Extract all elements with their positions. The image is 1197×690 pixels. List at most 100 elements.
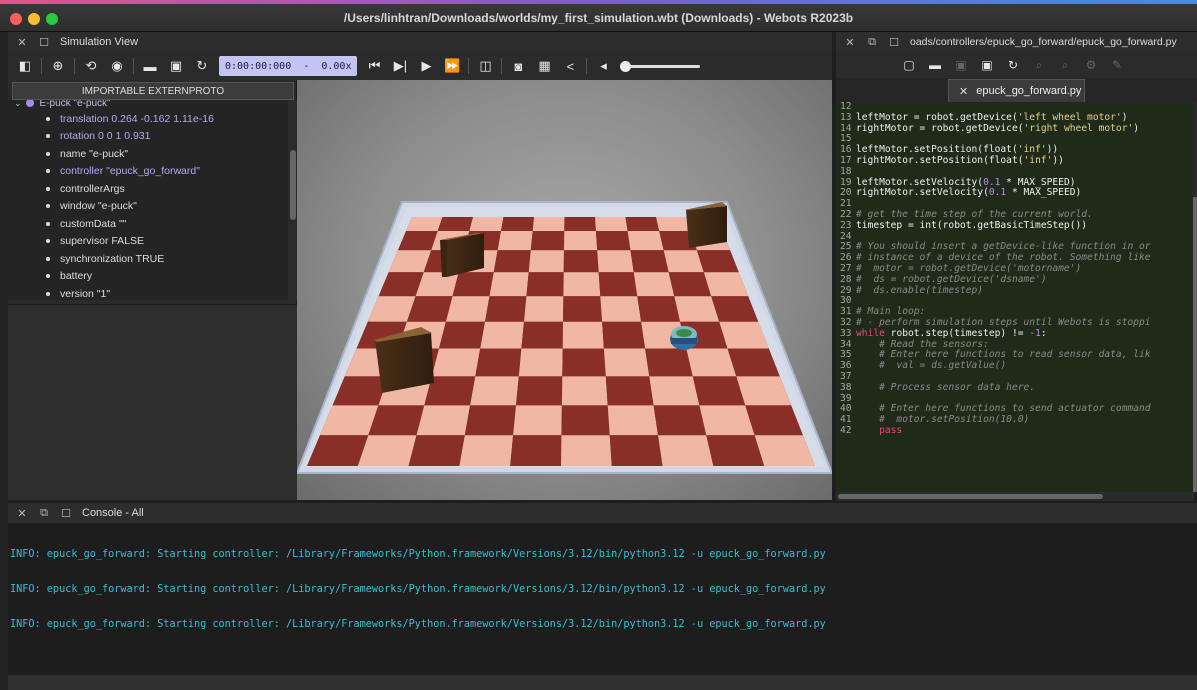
code-text: rightMotor = robot.getDevice('right whee…: [856, 122, 1140, 134]
tree-field-translation[interactable]: translation 0.264 -0.162 1.11e-16: [8, 110, 288, 128]
float-panel-icon[interactable]: ☐: [36, 36, 52, 49]
3d-viewport[interactable]: [297, 80, 832, 500]
floor-tile: [595, 231, 631, 251]
floor-tile: [561, 376, 608, 406]
wooden-box: [684, 202, 727, 248]
code-text: pass: [879, 424, 903, 436]
step-button[interactable]: ▶|: [389, 55, 411, 77]
code-line: 18: [836, 166, 1194, 178]
toggle-scene-tree-button[interactable]: ◧: [14, 55, 36, 77]
floor-tile: [602, 321, 646, 349]
revert-file-icon[interactable]: ↻: [1002, 54, 1024, 76]
play-button[interactable]: ▶: [415, 55, 437, 77]
reset-simulation-button[interactable]: ⏮: [363, 55, 385, 77]
scrollbar-thumb[interactable]: [290, 150, 296, 220]
floor-tile: [627, 231, 664, 251]
save-file-icon[interactable]: ▣: [950, 54, 972, 76]
bullet-icon: [46, 134, 50, 139]
close-tab-icon[interactable]: ✕: [959, 85, 968, 98]
floor-tile: [516, 376, 563, 406]
record-movie-icon[interactable]: ▦: [533, 55, 555, 77]
maximize-panel-icon[interactable]: ☐: [58, 507, 74, 520]
tab-epuck-go-forward[interactable]: ✕ epuck_go_forward.py: [948, 79, 1085, 102]
build-gear-icon[interactable]: ⚙: [1080, 54, 1102, 76]
importable-externproto-button[interactable]: IMPORTABLE EXTERNPROTO: [12, 82, 294, 100]
tree-node-epuck[interactable]: ⌄ E-puck "e-puck": [8, 100, 288, 110]
code-line: 13 leftMotor = robot.getDevice('left whee…: [836, 112, 1194, 124]
simulation-toolbar: ◧ ⊕ ⟲ ◉ ▬ ▣ ↻ 0:00:00:000 - 0.00x ⏮ ▶| ▶…: [8, 52, 832, 80]
reload-world-button[interactable]: ↻: [191, 55, 213, 77]
float-panel-icon[interactable]: ⧉: [36, 507, 52, 520]
tree-field-controllerargs[interactable]: controllerArgs: [8, 180, 288, 198]
reset-viewpoint-icon[interactable]: ⟲: [80, 55, 102, 77]
volume-slider[interactable]: [620, 60, 701, 72]
bullet-icon: [46, 256, 50, 261]
scene-tree-panel: IMPORTABLE EXTERNPROTO ⌄ E-puck "e-puck"…: [8, 80, 297, 500]
tree-field-synchronization[interactable]: synchronization TRUE: [8, 250, 288, 268]
chevron-down-icon[interactable]: ⌄: [14, 100, 22, 109]
find-icon[interactable]: ⌕: [1028, 54, 1050, 76]
tree-field-name[interactable]: name "e-puck": [8, 145, 288, 163]
tree-field-customdata[interactable]: customData "": [8, 215, 288, 233]
editor-tab-bar: ✕ epuck_go_forward.py: [836, 78, 1197, 102]
share-icon[interactable]: <: [559, 55, 581, 77]
scrollbar-thumb[interactable]: [838, 494, 1103, 499]
3d-scene: [297, 201, 832, 474]
open-file-icon[interactable]: ▬: [924, 54, 946, 76]
save-as-icon[interactable]: ▣: [976, 54, 998, 76]
replace-icon[interactable]: ⌕: [1054, 54, 1076, 76]
floor-tile: [633, 272, 675, 297]
code-horizontal-scrollbar[interactable]: [836, 492, 1194, 501]
new-file-icon[interactable]: ▢: [898, 54, 920, 76]
floor-tile: [649, 376, 700, 406]
field-label: customData "": [60, 217, 127, 230]
open-world-button[interactable]: ▬: [139, 55, 161, 77]
maximize-panel-icon[interactable]: ☐: [886, 36, 902, 49]
floor-tile: [526, 272, 564, 297]
save-world-button[interactable]: ▣: [165, 55, 187, 77]
floor-tile: [480, 321, 524, 349]
status-bar: [8, 675, 1197, 690]
screenshot-camera-icon[interactable]: ◙: [507, 55, 529, 77]
volume-slider-knob[interactable]: [620, 60, 632, 72]
fast-forward-button[interactable]: ⏩: [441, 55, 463, 77]
float-panel-icon[interactable]: ⧉: [864, 36, 880, 49]
tree-node-label: E-puck "e-puck": [39, 100, 111, 109]
tree-field-supervisor[interactable]: supervisor FALSE: [8, 233, 288, 251]
tree-field-battery[interactable]: battery: [8, 268, 288, 286]
line-number: 38: [840, 381, 852, 393]
floor-tile: [452, 272, 494, 297]
clean-icon[interactable]: ✎: [1106, 54, 1128, 76]
console-line: INFO: epuck_go_forward: Starting control…: [10, 583, 826, 595]
close-icon[interactable]: ✕: [14, 507, 30, 520]
code-editor[interactable]: 12 13 leftMotor = robot.getDevice('left wh…: [836, 102, 1194, 492]
floor-tile: [637, 296, 681, 322]
scrollbar-thumb[interactable]: [1193, 197, 1197, 492]
floor-tile: [475, 348, 522, 377]
floor-tile: [408, 435, 465, 466]
close-icon[interactable]: ✕: [842, 36, 858, 49]
close-icon[interactable]: ✕: [14, 36, 30, 49]
code-line: 20 rightMotor.setVelocity(0.1 * MAX_SPEED…: [836, 187, 1194, 199]
tree-field-version[interactable]: version "1": [8, 285, 288, 300]
floor-tile: [598, 272, 638, 297]
floor-tile: [406, 217, 443, 231]
tree-field-rotation[interactable]: rotation 0 0 1 0.931: [8, 128, 288, 146]
code-vertical-scrollbar[interactable]: [1193, 102, 1197, 492]
volume-icon[interactable]: ◂: [592, 55, 614, 77]
floor-tile: [437, 217, 473, 231]
console-output[interactable]: INFO: epuck_go_forward: Starting control…: [8, 523, 1197, 675]
scene-tree-scrollbar[interactable]: [289, 100, 297, 300]
view-eye-icon[interactable]: ◉: [106, 55, 128, 77]
tree-field-window[interactable]: window "e-puck": [8, 198, 288, 216]
floor-tile: [501, 217, 534, 231]
code-line: 28 # ds = robot.getDevice('dsname'): [836, 274, 1194, 286]
view-projection-icon[interactable]: ◫: [474, 55, 496, 77]
floor-tile: [439, 321, 485, 349]
floor-tile: [653, 405, 707, 436]
add-node-button[interactable]: ⊕: [47, 55, 69, 77]
floor-tile: [489, 272, 529, 297]
floor-tile: [692, 376, 746, 406]
tree-field-controller[interactable]: controller "epuck_go_forward": [8, 163, 288, 181]
field-editor-panel: [8, 304, 297, 500]
